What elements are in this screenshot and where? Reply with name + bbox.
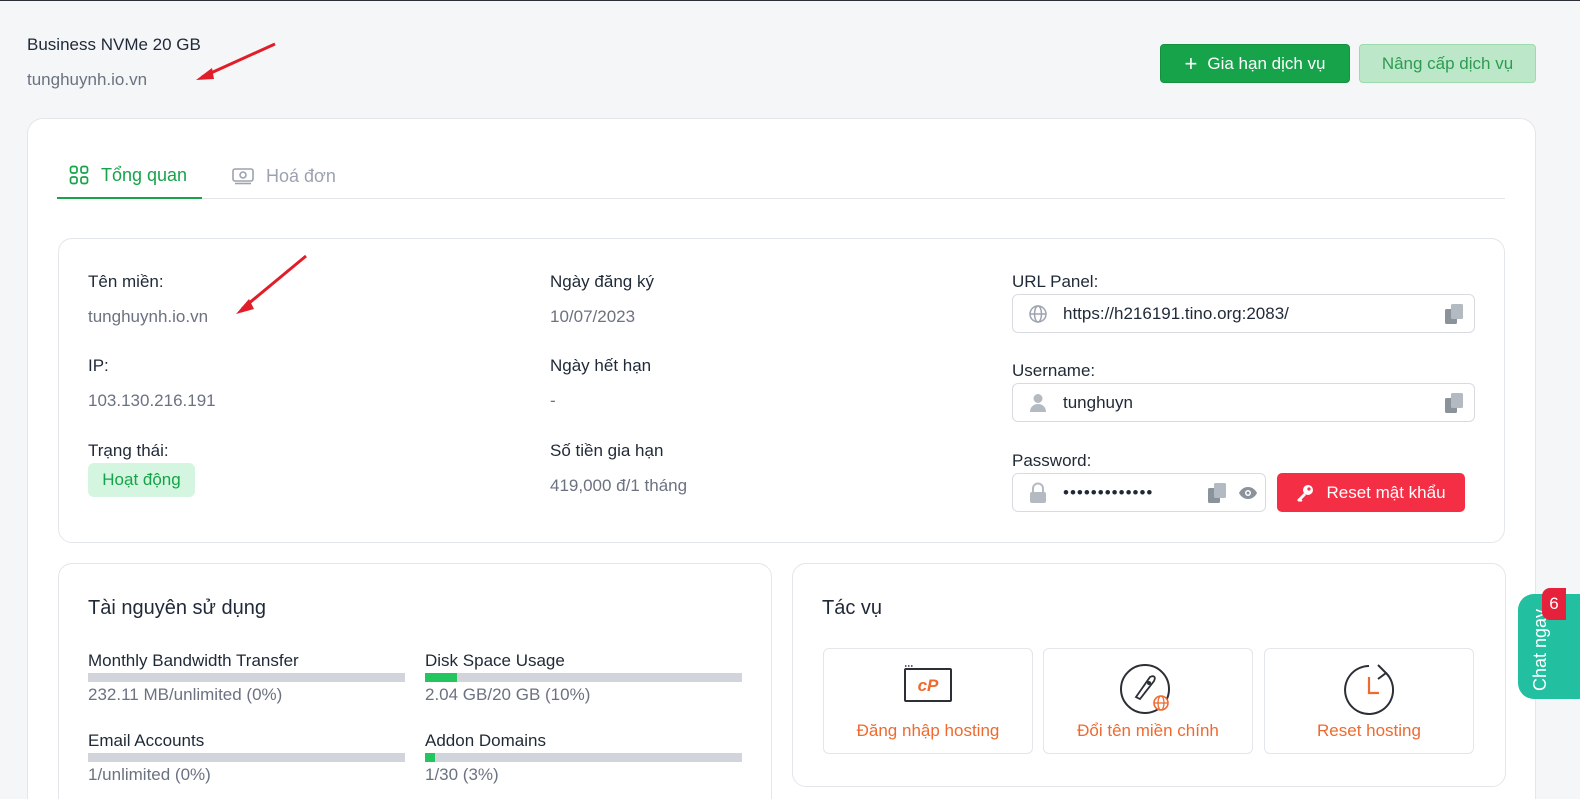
resource-progress-fill <box>425 753 435 762</box>
resource-label: Disk Space Usage <box>425 651 565 670</box>
resource-label: Monthly Bandwidth Transfer <box>88 651 299 670</box>
resource-progress-fill <box>425 673 457 682</box>
reg-date-value: 10/07/2023 <box>550 307 636 326</box>
upgrade-service-button[interactable]: Nâng cấp dịch vụ <box>1359 44 1536 83</box>
resource-progress-bar <box>88 753 405 762</box>
lock-icon <box>1013 482 1063 504</box>
key-icon <box>1297 484 1314 502</box>
plus-icon: + <box>1184 50 1198 76</box>
copy-icon[interactable] <box>1434 303 1474 325</box>
resource-value: 1/unlimited (0%) <box>88 765 211 784</box>
red-arrow-annotation <box>196 42 276 80</box>
upgrade-service-label: Nâng cấp dịch vụ <box>1381 53 1514 73</box>
password-value: ••••••••••••• <box>1063 482 1154 502</box>
globe-icon <box>1013 304 1063 324</box>
task-reset-hosting[interactable]: Reset hosting <box>1264 648 1474 754</box>
resource-label: Email Accounts <box>88 731 205 750</box>
tab-bar: Tổng quan Hoá đơn <box>57 153 1505 199</box>
user-icon <box>1013 393 1063 413</box>
renew-service-button[interactable]: + Gia hạn dịch vụ <box>1160 44 1350 83</box>
service-domain: tunghuynh.io.vn <box>27 70 148 89</box>
resource-value: 232.11 MB/unlimited (0%) <box>88 685 283 704</box>
username-field[interactable]: tunghuyn <box>1012 383 1475 422</box>
grid-icon <box>69 165 89 185</box>
ip-value: 103.130.216.191 <box>88 391 216 410</box>
status-badge: Hoạt động <box>88 463 195 497</box>
username-label: Username: <box>1012 361 1096 380</box>
domain-label: Tên miền: <box>88 272 164 291</box>
exp-date-value: - <box>550 391 556 410</box>
resource-value: 2.04 GB/20 GB (10%) <box>425 685 591 704</box>
tab-invoice-label: Hoá đơn <box>266 165 336 186</box>
url-panel-value: https://h216191.tino.org:2083/ <box>1063 303 1289 323</box>
chat-now-label: Chat ngay <box>1530 608 1550 691</box>
status-label: Trạng thái: <box>88 441 169 460</box>
rocket-globe-icon <box>1044 663 1252 717</box>
resource-progress-bar <box>425 673 742 682</box>
renew-price-label: Số tiền gia hạn <box>550 441 664 460</box>
reset-password-label: Reset mật khẩu <box>1326 482 1446 502</box>
copy-icon[interactable] <box>1434 392 1474 414</box>
password-label: Password: <box>1012 451 1092 470</box>
tab-overview[interactable]: Tổng quan <box>57 153 202 199</box>
task-login-hosting[interactable]: cP Đăng nhập hosting <box>823 648 1033 754</box>
eye-icon[interactable] <box>1231 486 1265 499</box>
reset-password-button[interactable]: Reset mật khẩu <box>1277 473 1465 512</box>
resource-progress-bar <box>88 673 405 682</box>
resource-progress-bar <box>425 753 742 762</box>
exp-date-label: Ngày hết hạn <box>550 356 652 375</box>
service-name: Business NVMe 20 GB <box>27 35 201 54</box>
renew-service-label: Gia hạn dịch vụ <box>1207 53 1326 73</box>
copy-icon[interactable] <box>1203 482 1231 504</box>
resources-title: Tài nguyên sử dụng <box>88 597 266 619</box>
ip-label: IP: <box>88 356 109 375</box>
cpanel-icon: cP <box>824 663 1032 703</box>
domain-value: tunghuynh.io.vn <box>88 307 209 326</box>
task-label: Reset hosting <box>1317 721 1421 740</box>
svg-text:cP: cP <box>918 676 939 695</box>
url-panel-field[interactable]: https://h216191.tino.org:2083/ <box>1012 294 1475 333</box>
tasks-title: Tác vụ <box>822 597 883 619</box>
money-icon <box>232 168 254 185</box>
clock-reset-icon <box>1265 663 1473 717</box>
task-change-main-domain[interactable]: Đổi tên miền chính <box>1043 648 1253 754</box>
resource-value: 1/30 (3%) <box>425 765 499 784</box>
resource-label: Addon Domains <box>425 731 546 750</box>
password-field[interactable]: ••••••••••••• <box>1012 473 1266 512</box>
renew-price-value: 419,000 đ/1 tháng <box>550 476 688 495</box>
chat-unread-badge: 6 <box>1542 588 1566 620</box>
reg-date-label: Ngày đăng ký <box>550 272 654 291</box>
username-value: tunghuyn <box>1063 392 1133 412</box>
task-label: Đổi tên miền chính <box>1077 721 1219 740</box>
tab-invoice[interactable]: Hoá đơn <box>232 153 336 199</box>
tab-overview-label: Tổng quan <box>101 164 188 185</box>
url-panel-label: URL Panel: <box>1012 272 1099 291</box>
task-label: Đăng nhập hosting <box>856 721 1000 740</box>
